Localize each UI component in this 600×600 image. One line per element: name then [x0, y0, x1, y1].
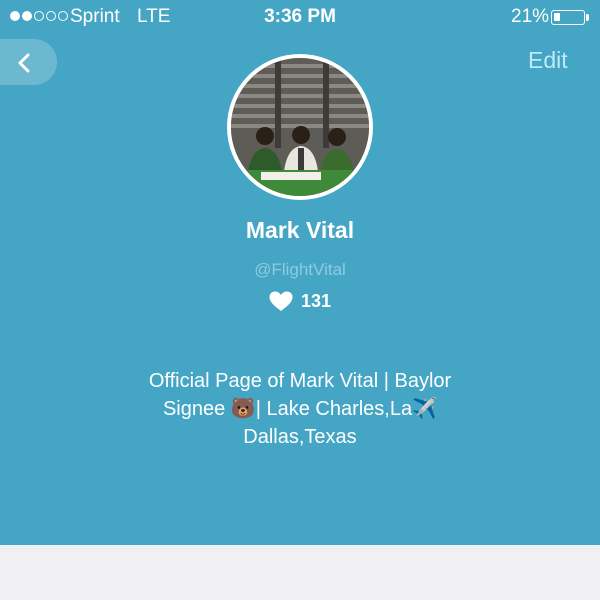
edit-button[interactable]: Edit	[528, 47, 568, 74]
status-time: 3:36 PM	[264, 6, 336, 27]
battery-icon	[551, 10, 585, 25]
content-area	[0, 545, 600, 600]
profile-name: Mark Vital	[245, 217, 355, 243]
avatar[interactable]	[227, 54, 373, 200]
profile-handle: @FlightVital	[254, 260, 346, 279]
heart-icon	[269, 291, 293, 311]
bio-line: Dallas,Texas	[243, 426, 357, 448]
bio-line: Signee 🐻| Lake Charles,La✈️	[162, 398, 438, 420]
profile-header-panel: Sprint LTE 3:36 PM 21% Edit Mark Vital @…	[0, 0, 600, 545]
likes-count-label: 131	[300, 291, 332, 311]
status-bar: Sprint LTE 3:36 PM 21%	[0, 0, 600, 34]
bio-line: Official Page of Mark Vital | Baylor	[148, 370, 452, 392]
likes-count[interactable]: 131	[0, 291, 600, 312]
chevron-left-icon	[18, 53, 30, 73]
avatar-photo	[231, 58, 369, 196]
back-button[interactable]	[0, 39, 57, 85]
profile-bio: Official Page of Mark Vital | Baylor Sig…	[110, 367, 490, 451]
battery-percentage: 21%	[511, 6, 550, 27]
